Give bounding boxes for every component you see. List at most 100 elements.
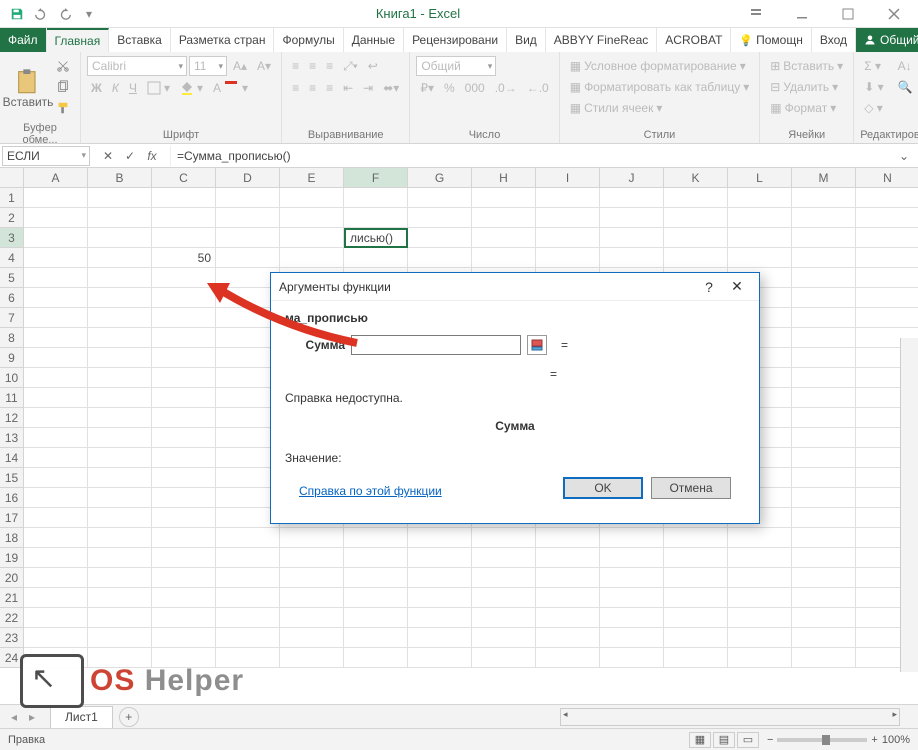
- sign-in[interactable]: Вход: [812, 28, 856, 52]
- cell[interactable]: [280, 568, 344, 588]
- row-header[interactable]: 8: [0, 328, 24, 348]
- cell[interactable]: [728, 648, 792, 668]
- cell[interactable]: [792, 568, 856, 588]
- fill-icon[interactable]: ⬇ ▾: [860, 77, 887, 97]
- enter-formula-icon[interactable]: ✓: [120, 146, 140, 166]
- cell[interactable]: [280, 588, 344, 608]
- cell[interactable]: [792, 388, 856, 408]
- column-header[interactable]: H: [472, 168, 536, 188]
- row-header[interactable]: 10: [0, 368, 24, 388]
- cell[interactable]: [600, 208, 664, 228]
- cell[interactable]: [216, 628, 280, 648]
- cell[interactable]: [408, 548, 472, 568]
- tab-review[interactable]: Рецензировани: [404, 28, 507, 52]
- cell[interactable]: [792, 348, 856, 368]
- cell[interactable]: [280, 208, 344, 228]
- view-page-layout-icon[interactable]: ▤: [713, 732, 735, 748]
- cell[interactable]: [88, 448, 152, 468]
- column-header[interactable]: E: [280, 168, 344, 188]
- cell[interactable]: [152, 508, 216, 528]
- cell[interactable]: [856, 268, 918, 288]
- cell[interactable]: [88, 488, 152, 508]
- column-header[interactable]: N: [856, 168, 918, 188]
- cell[interactable]: [24, 628, 88, 648]
- sheet-tab-1[interactable]: Лист1: [50, 706, 113, 728]
- format-painter-icon[interactable]: [52, 98, 74, 118]
- cell[interactable]: [792, 588, 856, 608]
- cell[interactable]: [664, 208, 728, 228]
- cell[interactable]: [664, 568, 728, 588]
- cell[interactable]: [536, 568, 600, 588]
- cancel-button[interactable]: Отмена: [651, 477, 731, 499]
- column-header[interactable]: J: [600, 168, 664, 188]
- cell[interactable]: [792, 648, 856, 668]
- find-select-icon[interactable]: 🔍: [894, 77, 917, 97]
- sheet-nav-prev-icon[interactable]: ◂: [6, 709, 22, 725]
- cell[interactable]: [600, 608, 664, 628]
- cell[interactable]: [856, 188, 918, 208]
- cell[interactable]: [24, 488, 88, 508]
- cell[interactable]: [792, 608, 856, 628]
- select-all-corner[interactable]: [0, 168, 24, 188]
- column-header[interactable]: F: [344, 168, 408, 188]
- cell[interactable]: [472, 208, 536, 228]
- cell[interactable]: [536, 648, 600, 668]
- align-bottom-icon[interactable]: ≡: [322, 56, 337, 76]
- cell[interactable]: [408, 228, 472, 248]
- column-header[interactable]: L: [728, 168, 792, 188]
- dialog-close-icon[interactable]: ✕: [723, 275, 751, 299]
- row-header[interactable]: 9: [0, 348, 24, 368]
- comma-icon[interactable]: 000: [461, 78, 489, 98]
- cell[interactable]: [408, 208, 472, 228]
- row-header[interactable]: 4: [0, 248, 24, 268]
- cell[interactable]: [152, 448, 216, 468]
- cell[interactable]: [536, 188, 600, 208]
- column-header[interactable]: A: [24, 168, 88, 188]
- italic-button[interactable]: К: [108, 78, 123, 98]
- cell[interactable]: [664, 608, 728, 628]
- vertical-scrollbar[interactable]: [900, 338, 918, 672]
- cell[interactable]: [24, 368, 88, 388]
- cell[interactable]: [536, 608, 600, 628]
- cell[interactable]: [472, 548, 536, 568]
- format-cells-button[interactable]: ▦ Формат ▾: [766, 98, 847, 118]
- cell[interactable]: [88, 248, 152, 268]
- dialog-help-icon[interactable]: ?: [695, 275, 723, 299]
- increase-decimal-icon[interactable]: .0→: [491, 78, 521, 98]
- tab-data[interactable]: Данные: [344, 28, 404, 52]
- horizontal-scrollbar[interactable]: [560, 708, 900, 726]
- autosum-icon[interactable]: Σ ▾: [860, 56, 887, 76]
- font-size-combo[interactable]: 11: [189, 56, 227, 76]
- align-left-icon[interactable]: ≡: [288, 78, 303, 98]
- cell[interactable]: [472, 568, 536, 588]
- format-as-table-button[interactable]: ▦ Форматировать как таблицу ▾: [566, 77, 754, 97]
- clear-icon[interactable]: ◇ ▾: [860, 98, 887, 118]
- cell[interactable]: [792, 328, 856, 348]
- row-header[interactable]: 22: [0, 608, 24, 628]
- align-middle-icon[interactable]: ≡: [305, 56, 320, 76]
- paste-button[interactable]: Вставить: [6, 56, 50, 120]
- row-header[interactable]: 1: [0, 188, 24, 208]
- cell[interactable]: [280, 548, 344, 568]
- cell[interactable]: [408, 188, 472, 208]
- cell[interactable]: [280, 228, 344, 248]
- tab-abbyy[interactable]: ABBYY FineReac: [546, 28, 658, 52]
- cell[interactable]: [24, 228, 88, 248]
- delete-cells-button[interactable]: ⊟ Удалить ▾: [766, 77, 847, 97]
- cell[interactable]: [344, 628, 408, 648]
- copy-icon[interactable]: [52, 77, 74, 97]
- ok-button[interactable]: OK: [563, 477, 643, 499]
- cell[interactable]: [856, 248, 918, 268]
- cell[interactable]: [536, 248, 600, 268]
- cell[interactable]: [536, 528, 600, 548]
- cell[interactable]: [472, 628, 536, 648]
- cell[interactable]: [24, 448, 88, 468]
- cell[interactable]: [24, 288, 88, 308]
- row-header[interactable]: 21: [0, 588, 24, 608]
- cell[interactable]: [88, 228, 152, 248]
- cell[interactable]: [152, 388, 216, 408]
- font-name-combo[interactable]: Calibri: [87, 56, 187, 76]
- cell[interactable]: [536, 588, 600, 608]
- cell[interactable]: [600, 228, 664, 248]
- cell[interactable]: [88, 508, 152, 528]
